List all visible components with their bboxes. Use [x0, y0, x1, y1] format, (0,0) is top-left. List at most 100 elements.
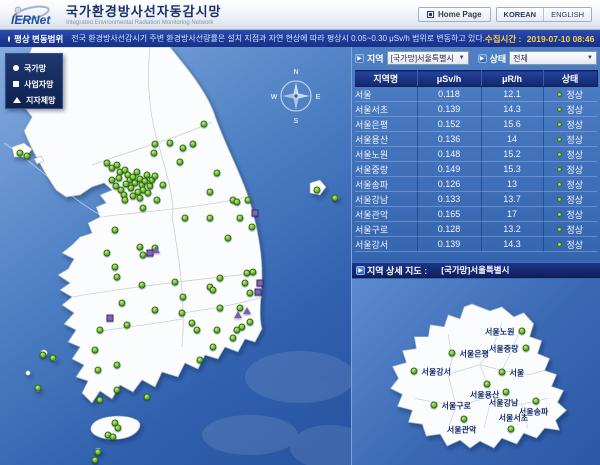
national-station-dot[interactable] — [172, 279, 179, 286]
national-station-dot[interactable] — [147, 183, 154, 190]
national-station-dot[interactable] — [114, 387, 121, 394]
national-station-dot[interactable] — [140, 252, 147, 259]
korea-map[interactable]: N S W E 국가망사업자망지자체망 — [0, 47, 352, 465]
national-station-dot[interactable] — [194, 327, 201, 334]
national-station-dot[interactable] — [180, 145, 187, 152]
national-station-dot[interactable] — [109, 177, 116, 184]
table-row[interactable]: 서울용산0.13614정상 — [355, 132, 597, 147]
national-station-dot[interactable] — [119, 300, 126, 307]
region-select[interactable]: [국가망]서울특별시 ▼ — [387, 51, 469, 65]
national-station-dot[interactable] — [214, 170, 221, 177]
seoul-station-서울구로[interactable]: 서울구로 — [431, 402, 438, 409]
national-station-dot[interactable] — [140, 205, 147, 212]
national-station-dot[interactable] — [110, 434, 117, 441]
national-station-dot[interactable] — [225, 235, 232, 242]
local-gov-station-marker[interactable] — [234, 311, 242, 318]
national-station-dot[interactable] — [104, 250, 111, 257]
national-station-dot[interactable] — [247, 319, 254, 326]
seoul-station-서울강남[interactable]: 서울강남 — [503, 389, 510, 396]
seoul-station-서울중랑[interactable]: 서울중랑 — [523, 345, 530, 352]
national-station-dot[interactable] — [145, 190, 152, 197]
english-button[interactable]: ENGLISH — [544, 8, 591, 21]
seoul-station-서울관악[interactable]: 서울관악 — [461, 416, 468, 423]
table-row[interactable]: 서울은평0.15215.6정상 — [355, 117, 597, 132]
national-station-dot[interactable] — [182, 215, 189, 222]
national-station-dot[interactable] — [230, 335, 237, 342]
logo[interactable]: IERNet 국가환경방사선자동감시망 Integrated Environme… — [8, 4, 222, 26]
national-station-dot[interactable] — [217, 305, 224, 312]
table-row[interactable]: 서울구로0.12813.2정상 — [355, 222, 597, 237]
national-station-dot[interactable] — [114, 362, 121, 369]
national-station-dot[interactable] — [151, 150, 158, 157]
national-station-dot[interactable] — [210, 344, 217, 351]
korean-button[interactable]: KOREAN — [497, 8, 545, 21]
national-station-dot[interactable] — [134, 169, 141, 176]
national-station-dot[interactable] — [190, 141, 197, 148]
national-station-dot[interactable] — [245, 197, 252, 204]
national-station-dot[interactable] — [137, 195, 144, 202]
national-station-dot[interactable] — [95, 449, 102, 456]
national-station-dot[interactable] — [139, 282, 146, 289]
national-station-dot[interactable] — [207, 215, 214, 222]
table-row[interactable]: 서울0.11812.1정상 — [355, 87, 597, 102]
seoul-station-서울용산[interactable]: 서울용산 — [484, 381, 491, 388]
national-station-dot[interactable] — [97, 327, 104, 334]
table-row[interactable]: 서울송파0.12613정상 — [355, 177, 597, 192]
national-station-dot[interactable] — [112, 227, 119, 234]
operator-station-marker[interactable] — [257, 280, 264, 287]
table-row[interactable]: 서울서초0.13914.3정상 — [355, 102, 597, 117]
legend-item-지자체망[interactable]: 지자체망 — [13, 92, 62, 108]
national-station-dot[interactable] — [115, 425, 122, 432]
national-station-dot[interactable] — [207, 189, 214, 196]
table-row[interactable]: 서울노원0.14815.2정상 — [355, 147, 597, 162]
national-station-dot[interactable] — [154, 197, 161, 204]
national-station-dot[interactable] — [210, 287, 217, 294]
national-station-dot[interactable] — [123, 181, 130, 188]
national-station-dot[interactable] — [95, 367, 102, 374]
operator-station-marker[interactable] — [107, 315, 114, 322]
national-station-dot[interactable] — [137, 244, 144, 251]
table-row[interactable]: 서울중랑0.14915.3정상 — [355, 162, 597, 177]
national-station-dot[interactable] — [50, 355, 57, 362]
national-station-dot[interactable] — [189, 320, 196, 327]
national-station-dot[interactable] — [214, 327, 221, 334]
local-gov-station-marker[interactable] — [243, 307, 251, 314]
national-station-dot[interactable] — [17, 150, 24, 157]
national-station-dot[interactable] — [237, 215, 244, 222]
national-station-dot[interactable] — [234, 199, 241, 206]
national-station-dot[interactable] — [92, 457, 99, 464]
home-page-button[interactable]: Home Page — [418, 7, 491, 22]
national-station-dot[interactable] — [124, 322, 131, 329]
national-station-dot[interactable] — [97, 397, 104, 404]
operator-station-marker[interactable] — [252, 210, 259, 217]
local-gov-station-marker[interactable] — [152, 246, 160, 253]
national-station-dot[interactable] — [130, 193, 137, 200]
national-station-dot[interactable] — [197, 357, 204, 364]
national-station-dot[interactable] — [144, 394, 151, 401]
national-station-dot[interactable] — [152, 307, 159, 314]
national-station-dot[interactable] — [114, 274, 121, 281]
national-station-dot[interactable] — [40, 352, 47, 359]
national-station-dot[interactable] — [152, 141, 159, 148]
legend-item-국가망[interactable]: 국가망 — [13, 60, 62, 76]
national-station-dot[interactable] — [180, 294, 187, 301]
national-station-dot[interactable] — [314, 187, 321, 194]
national-station-dot[interactable] — [167, 140, 174, 147]
national-station-dot[interactable] — [112, 264, 119, 271]
national-station-dot[interactable] — [92, 347, 99, 354]
national-station-dot[interactable] — [242, 280, 249, 287]
operator-station-marker[interactable] — [255, 289, 262, 296]
national-station-dot[interactable] — [116, 175, 123, 182]
national-station-dot[interactable] — [35, 385, 42, 392]
national-station-dot[interactable] — [152, 173, 159, 180]
national-station-dot[interactable] — [160, 182, 167, 189]
seoul-station-서울강서[interactable]: 서울강서 — [411, 368, 418, 375]
national-station-dot[interactable] — [179, 310, 186, 317]
table-row[interactable]: 서울강남0.13313.7정상 — [355, 192, 597, 207]
national-station-dot[interactable] — [113, 183, 120, 190]
national-station-dot[interactable] — [247, 290, 254, 297]
table-row[interactable]: 서울강서0.13914.3정상 — [355, 237, 597, 252]
status-select[interactable]: 전체 ▼ — [509, 51, 597, 65]
national-station-dot[interactable] — [177, 159, 184, 166]
seoul-station-서울[interactable]: 서울 — [499, 369, 506, 376]
